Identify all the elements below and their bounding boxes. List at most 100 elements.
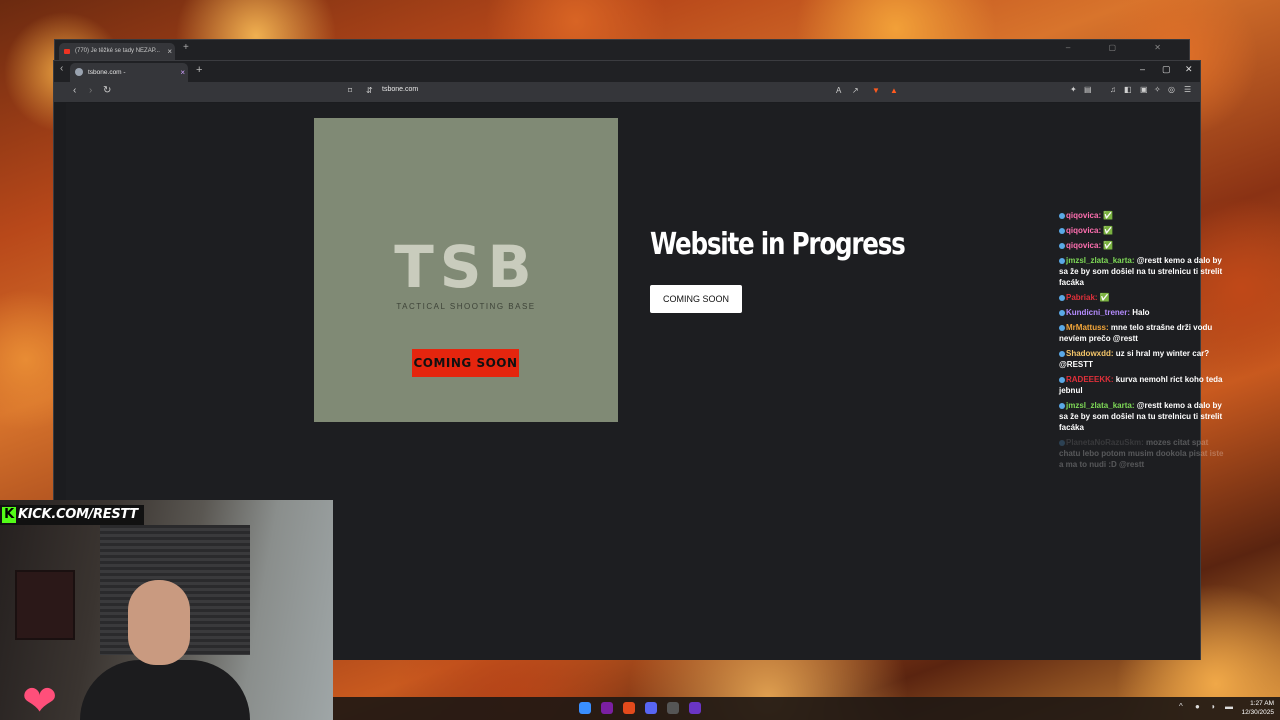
reading-list-icon[interactable]: ▤: [1084, 85, 1092, 94]
chat-message: RADEEEKK: kurva nemohl rict koho teda je…: [1059, 374, 1229, 396]
chat-text: Halo: [1132, 308, 1150, 317]
streaming-app-icon[interactable]: [689, 702, 701, 714]
badge-icon: [1059, 227, 1065, 234]
chat-username: Kundicni_trener:: [1066, 308, 1133, 317]
brave-browser-icon[interactable]: [623, 702, 635, 714]
badge-icon: [1059, 294, 1065, 301]
heart-icon: ❤: [22, 677, 58, 720]
chat-message: Pabriak: ✅: [1059, 292, 1229, 303]
tab-close-button[interactable]: ×: [180, 63, 185, 82]
kick-url: KICK.COM/RESTT: [18, 507, 138, 522]
wallet-icon[interactable]: ▣: [1140, 85, 1148, 94]
close-icon[interactable]: ×: [167, 43, 172, 60]
app-icon[interactable]: [601, 702, 613, 714]
badge-icon: [1059, 439, 1065, 446]
tab-title: tsbone.com -: [88, 69, 126, 76]
stream-chat-overlay: qiqovica: ✅ qiqovica: ✅ qiqovica: ✅ jmzsl_z…: [1059, 210, 1229, 474]
share-icon[interactable]: ↗: [852, 86, 859, 95]
bookmark-icon[interactable]: ⌑: [348, 86, 352, 95]
back-button[interactable]: ‹: [73, 85, 76, 96]
new-tab-button[interactable]: +: [183, 42, 189, 53]
window-controls[interactable]: – ▢ ✕: [1066, 43, 1179, 52]
extensions-icon[interactable]: ✦: [1070, 85, 1077, 94]
clock-time: 1:27 AM: [1250, 700, 1274, 707]
obs-icon[interactable]: [667, 702, 679, 714]
active-tab[interactable]: tsbone.com - ×: [70, 63, 188, 82]
coming-soon-badge: COMING SOON: [412, 349, 519, 377]
badge-icon: [1059, 350, 1065, 357]
streamer-body: [80, 660, 250, 720]
menu-icon[interactable]: ☰: [1184, 85, 1191, 94]
rewards-icon[interactable]: ▲: [890, 86, 898, 95]
reload-button[interactable]: ↻: [103, 85, 111, 96]
badge-icon: [1059, 309, 1065, 316]
chat-message: jmzsl_zlata_karta: @restt kemo a dalo by…: [1059, 400, 1229, 433]
wordpress-favicon-icon: [75, 68, 83, 76]
minimize-button[interactable]: –: [1140, 64, 1145, 74]
microphone-icon[interactable]: ●: [1195, 702, 1200, 711]
browser-toolbar: ‹ › ↻ ⌑ ⇵ tsbone.com A ↗ ▼ ▲ ✦ ▤ ♫ ◧ ▣ ✧…: [54, 82, 1200, 102]
close-window-button[interactable]: ✕: [1185, 64, 1193, 75]
chat-text: ✅: [1103, 241, 1114, 250]
background-tab-title: (770) Je těžké se tady NEZAP...: [75, 48, 160, 54]
chat-message: qiqovica: ✅: [1059, 225, 1229, 236]
chat-username: PlanetaNoRazuSkm:: [1066, 438, 1147, 447]
chat-text: ✅: [1103, 211, 1114, 220]
brave-shield-icon[interactable]: ▼: [872, 86, 880, 95]
translate-icon[interactable]: A: [836, 86, 841, 95]
url-text[interactable]: tsbone.com: [382, 86, 418, 93]
chat-message: Kundicni_trener: Halo: [1059, 307, 1229, 318]
chat-username: qiqovica:: [1066, 211, 1104, 220]
background-browser-window[interactable]: (770) Je těžké se tady NEZAP... × + – ▢ …: [54, 39, 1190, 61]
leo-icon[interactable]: ✧: [1154, 85, 1161, 94]
chat-username: jmzsl_zlata_karta:: [1066, 401, 1137, 410]
coming-soon-button[interactable]: COMING SOON: [650, 285, 742, 313]
forward-button[interactable]: ›: [89, 85, 92, 96]
youtube-favicon-icon: [64, 49, 70, 54]
maximize-button[interactable]: ▢: [1162, 64, 1171, 75]
discord-icon[interactable]: [645, 702, 657, 714]
chat-message: jmzsl_zlata_karta: @restt kemo a dalo by…: [1059, 255, 1229, 288]
hero-image: TSB TACTICAL SHOOTING BASE COMING SOON: [314, 118, 618, 422]
chat-username: qiqovica:: [1066, 241, 1104, 250]
tsb-logo: TSB: [394, 233, 538, 301]
logo-subtitle: TACTICAL SHOOTING BASE: [396, 302, 536, 311]
kick-logo-icon: K: [2, 507, 16, 523]
network-icon[interactable]: ▬: [1225, 702, 1233, 711]
taskbar: ^ ● ◗ ▬ 1:27 AM 12/30/2025: [333, 697, 1280, 720]
chat-username: Pabriak:: [1066, 293, 1100, 302]
chat-username: jmzsl_zlata_karta:: [1066, 256, 1137, 265]
badge-icon: [1059, 212, 1065, 219]
streamer-head: [128, 580, 190, 665]
chat-message: qiqovica: ✅: [1059, 210, 1229, 221]
clock[interactable]: 1:27 AM 12/30/2025: [1241, 699, 1274, 717]
sidebar-toggle-icon[interactable]: ‹: [60, 63, 63, 74]
chat-username: Shadowxdd:: [1066, 349, 1116, 358]
badge-icon: [1059, 324, 1065, 331]
tab-bar: ‹ tsbone.com - × + – ▢ ✕: [54, 61, 1200, 82]
site-info-icon[interactable]: ⇵: [366, 86, 373, 95]
chat-text: ✅: [1103, 226, 1114, 235]
speaker-icon[interactable]: ◗: [1211, 702, 1216, 711]
background-tab[interactable]: (770) Je těžké se tady NEZAP... ×: [59, 43, 175, 60]
chat-message: Shadowxdd: uz si hral my winter car? @RE…: [1059, 348, 1229, 370]
media-icon[interactable]: ♫: [1110, 85, 1116, 94]
chat-text: ✅: [1099, 293, 1110, 302]
chat-message: qiqovica: ✅: [1059, 240, 1229, 251]
tray-chevron-icon[interactable]: ^: [1179, 702, 1183, 711]
windows-start-icon[interactable]: [579, 702, 591, 714]
sidebar-icon[interactable]: ◧: [1124, 85, 1132, 94]
chat-message: PlanetaNoRazuSkm: mozes citat spat chatu…: [1059, 437, 1229, 470]
badge-icon: [1059, 402, 1065, 409]
clock-date: 12/30/2025: [1241, 709, 1274, 716]
badge-icon: [1059, 257, 1065, 264]
chat-username: MrMattuss:: [1066, 323, 1111, 332]
wall-picture: [15, 570, 75, 640]
chat-username: RADEEEKK:: [1066, 375, 1116, 384]
new-tab-button[interactable]: +: [196, 64, 202, 76]
badge-icon: [1059, 242, 1065, 249]
chat-message: MrMattuss: mne telo strašne drži vodu ne…: [1059, 322, 1229, 344]
webcam-overlay: ❤: [0, 500, 333, 720]
vpn-icon[interactable]: ◎: [1168, 85, 1175, 94]
address-bar[interactable]: ⌑ ⇵ tsbone.com A ↗ ▼ ▲: [342, 84, 902, 100]
